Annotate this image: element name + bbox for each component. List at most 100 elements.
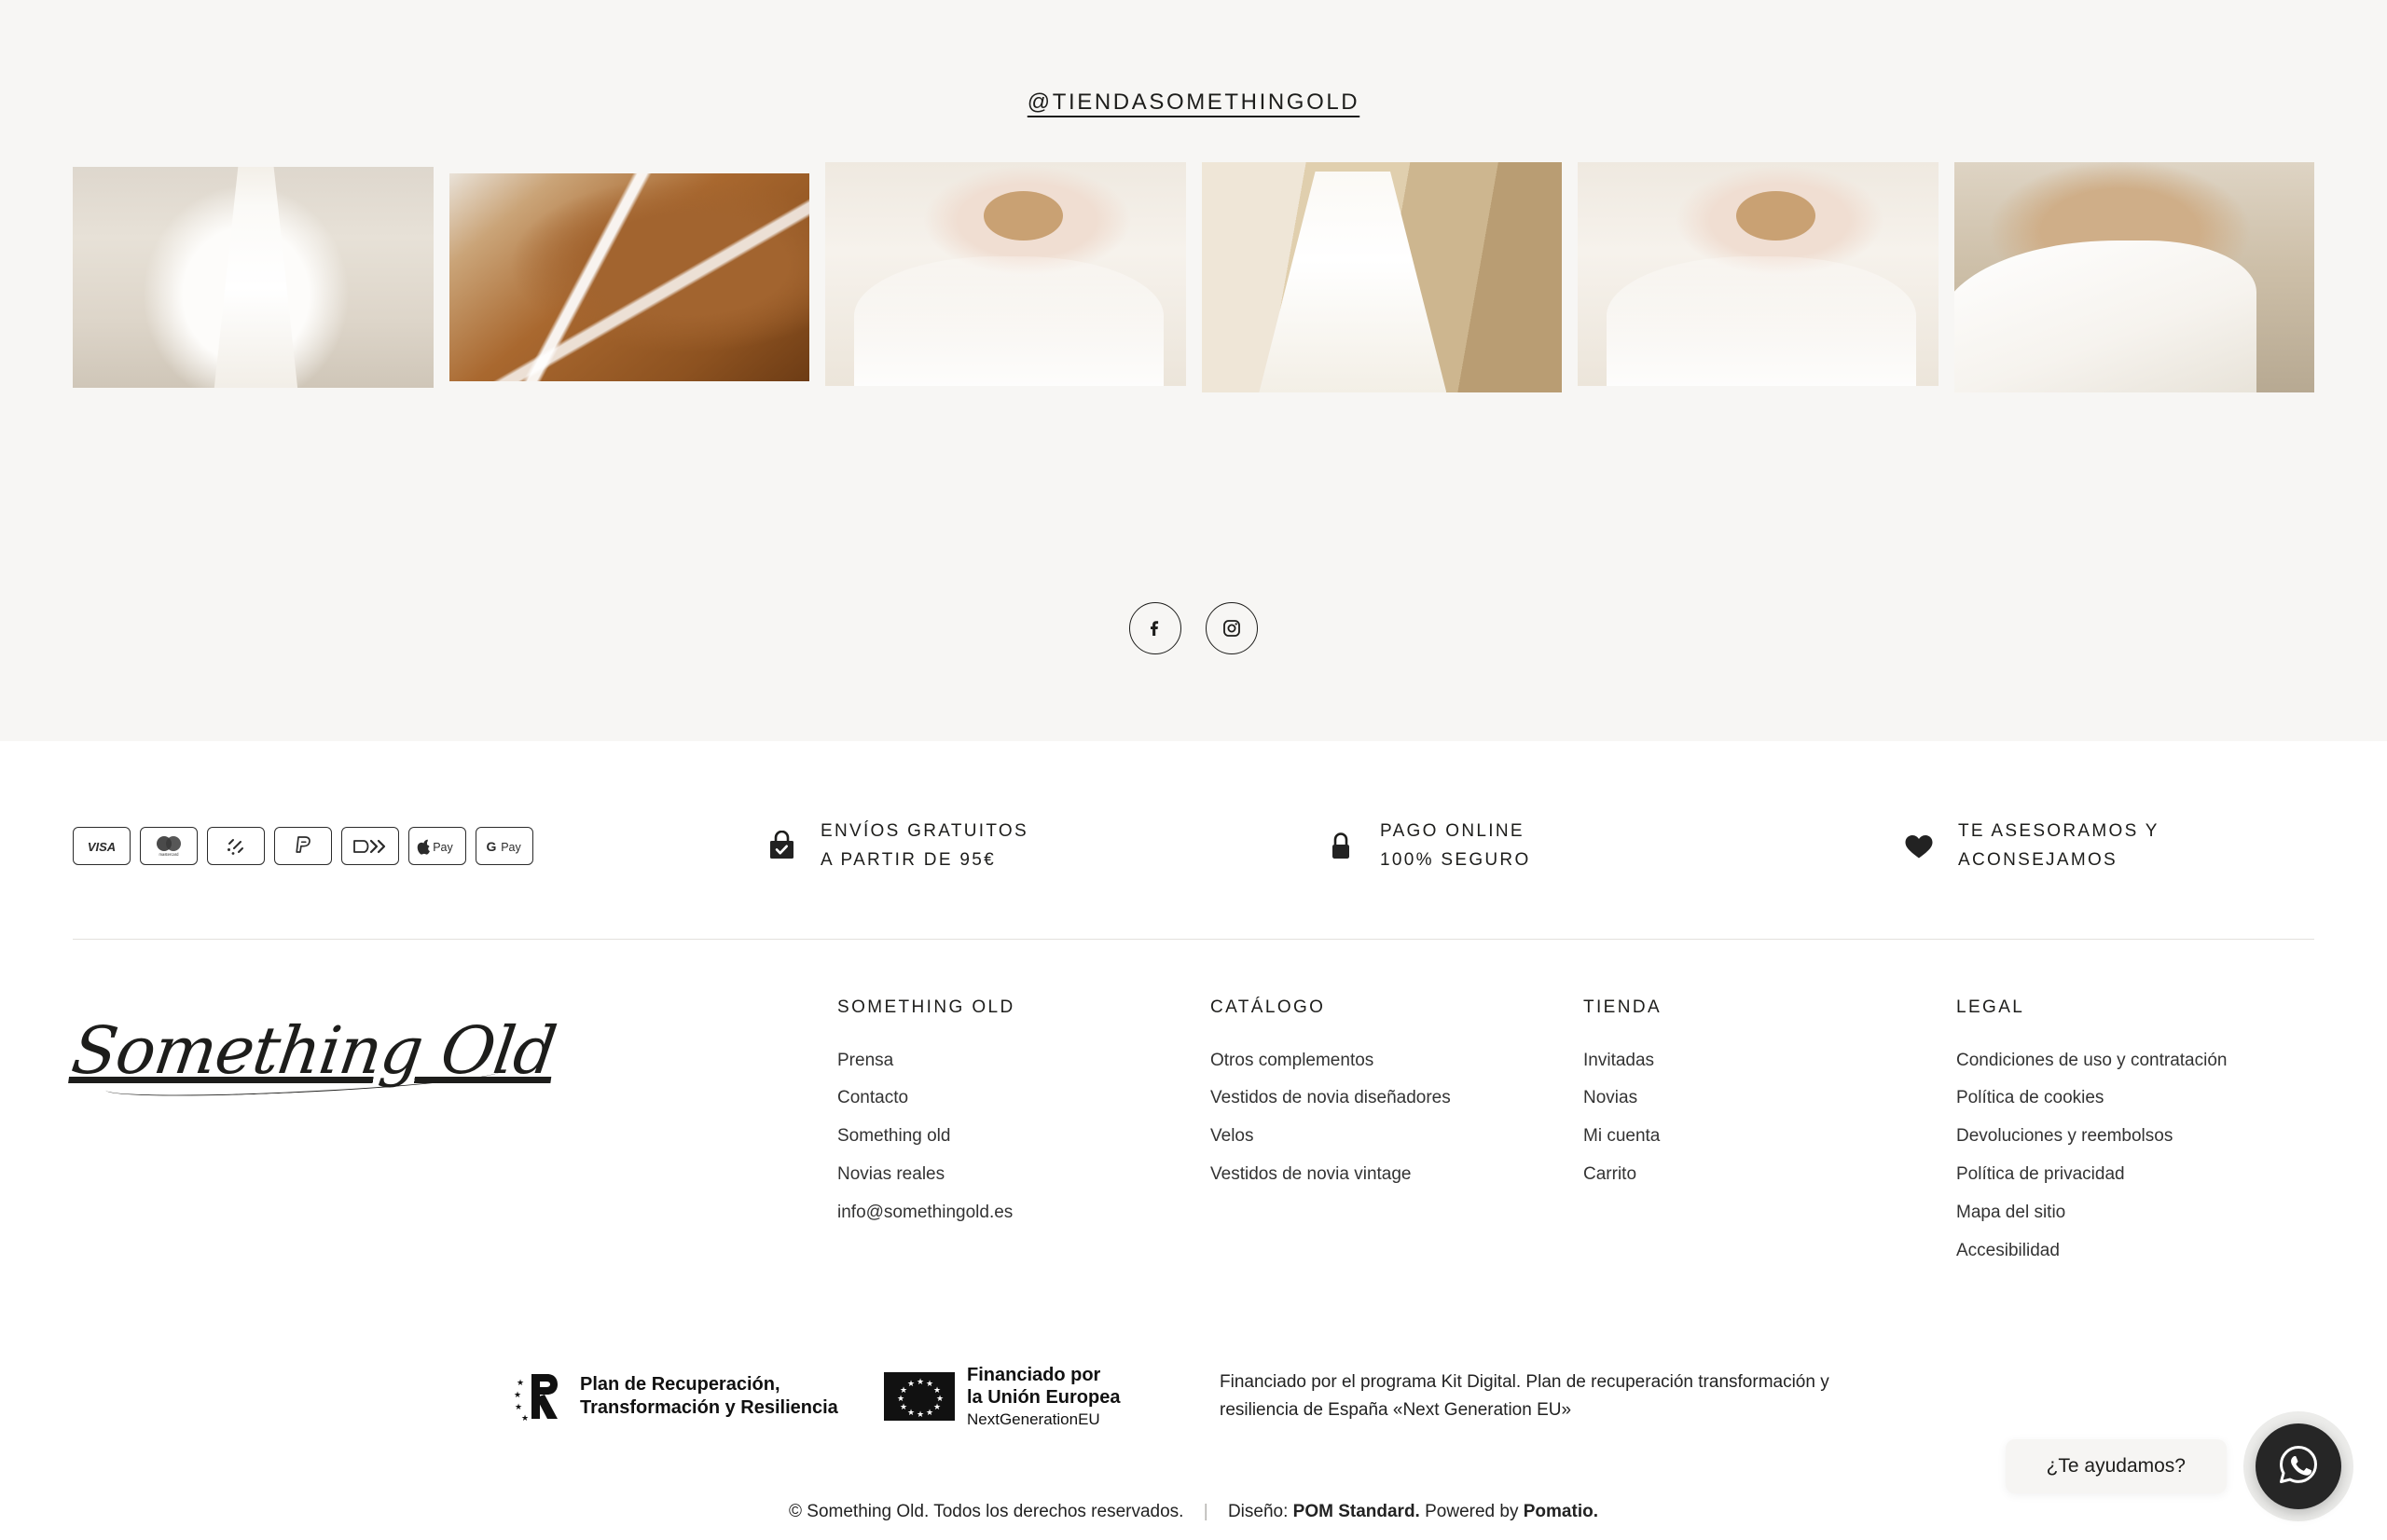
- footer-link-carrito[interactable]: Carrito: [1583, 1156, 1932, 1194]
- badge-line2: A PARTIR DE 95€: [821, 849, 996, 870]
- footer-link-cookies[interactable]: Política de cookies: [1956, 1079, 2290, 1118]
- badge-free-shipping-text: ENVÍOS GRATUITOS A PARTIR DE 95€: [821, 818, 1028, 875]
- badge-line2: ACONSEJAMOS: [1958, 849, 2118, 870]
- eu-flag-line2: la Unión Europea: [967, 1386, 1121, 1408]
- facebook-icon: [1144, 617, 1166, 639]
- eu-funding-note: Financiado por el programa Kit Digital. …: [1220, 1372, 1829, 1420]
- prtr-logo: ★ ★ ★ ★ Plan de Recuperación, Transforma…: [511, 1368, 884, 1424]
- gallery-photo-necklace-detail: [448, 173, 809, 381]
- prtr-text: Plan de Recuperación, Transformación y R…: [580, 1373, 838, 1419]
- badge-line1: TE ASESORAMOS Y: [1958, 821, 2159, 841]
- gallery-item[interactable]: [448, 173, 809, 381]
- badge-secure-payment: PAGO ONLINE 100% SEGURO: [1322, 818, 1900, 875]
- payment-google-pay[interactable]: G Pay: [476, 827, 533, 866]
- gallery-photo-veil-bride-2: [1578, 162, 1939, 386]
- svg-text:mastercard: mastercard: [159, 852, 180, 857]
- instagram-handle-wrap: @TIENDASOMETHINGOLD: [0, 89, 2387, 116]
- badge-line1: PAGO ONLINE: [1380, 821, 1525, 841]
- whatsapp-tooltip[interactable]: ¿Te ayudamos?: [2005, 1439, 2227, 1493]
- svg-text:Pay: Pay: [433, 841, 453, 854]
- instagram-feed-section: @TIENDASOMETHINGOLD: [0, 0, 2387, 741]
- footer-link-columns: Something Old SOMETHING OLD Prensa Conta…: [67, 940, 2314, 1271]
- copyright-bar: © Something Old. Todos los derechos rese…: [73, 1502, 2314, 1540]
- instagram-handle-link[interactable]: @TIENDASOMETHINGOLD: [1028, 89, 1359, 116]
- whatsapp-button[interactable]: [2256, 1423, 2341, 1509]
- trust-badges-row: VISA mastercard Pay G Pay ENVÍOS GRATUIT…: [73, 741, 2314, 940]
- svg-text:G: G: [487, 839, 497, 854]
- powered-credit-link[interactable]: Pomatio.: [1524, 1502, 1598, 1521]
- prtr-line1: Plan de Recuperación,: [580, 1374, 780, 1396]
- whatsapp-icon: [2275, 1441, 2322, 1492]
- column-heading: TIENDA: [1583, 997, 1663, 1017]
- footer-link-devoluciones[interactable]: Devoluciones y reembolsos: [1956, 1118, 2290, 1156]
- heart-icon: [1900, 832, 1938, 860]
- payment-bizum[interactable]: [207, 827, 265, 866]
- gallery-item[interactable]: [1953, 162, 2314, 392]
- footer-link-vestidos-vintage[interactable]: Vestidos de novia vintage: [1210, 1156, 1559, 1194]
- copyright-text: © Something Old. Todos los derechos rese…: [789, 1501, 1184, 1521]
- payment-visa[interactable]: VISA: [73, 827, 131, 866]
- eu-flag-icon: ★ ★ ★ ★ ★ ★ ★ ★ ★ ★ ★ ★: [884, 1371, 955, 1421]
- footer-link-vestidos-disenadores[interactable]: Vestidos de novia diseñadores: [1210, 1079, 1559, 1118]
- payment-sequra[interactable]: [341, 827, 399, 866]
- badge-advice-text: TE ASESORAMOS Y ACONSEJAMOS: [1958, 818, 2159, 875]
- instagram-icon: [1221, 617, 1243, 639]
- instagram-link[interactable]: [1206, 602, 1258, 654]
- gallery-item[interactable]: [1578, 162, 1939, 386]
- gallery-item[interactable]: [825, 162, 1186, 386]
- eu-flag-line3: NextGenerationEU: [967, 1409, 1100, 1428]
- design-label: Diseño:: [1227, 1501, 1289, 1521]
- whatsapp-widget: ¿Te ayudamos?: [2005, 1411, 2353, 1521]
- padlock-icon: [1322, 831, 1359, 862]
- svg-text:★: ★: [521, 1413, 529, 1423]
- eu-flag-text: Financiado por la Unión Europea NextGene…: [967, 1364, 1120, 1429]
- svg-text:★: ★: [517, 1378, 524, 1387]
- footer-link-email[interactable]: info@somethingold.es: [837, 1194, 1186, 1232]
- footer-column-something-old: SOMETHING OLD Prensa Contacto Something …: [837, 997, 1210, 1271]
- footer-column-legal: LEGAL Condiciones de uso y contratación …: [1956, 997, 2314, 1271]
- page-root: @TIENDASOMETHINGOLD VISA mastercard Pay …: [0, 0, 2387, 1540]
- gallery-photo-lace-bride: [1953, 162, 2314, 392]
- badge-free-shipping: ENVÍOS GRATUITOS A PARTIR DE 95€: [763, 818, 1322, 875]
- gallery-photo-stone-wall-bride: [1201, 162, 1562, 392]
- social-links: [0, 602, 2387, 654]
- footer-link-velos[interactable]: Velos: [1210, 1118, 1559, 1156]
- powered-label: Powered by: [1425, 1501, 1519, 1521]
- footer-link-otros-complementos[interactable]: Otros complementos: [1210, 1042, 1559, 1080]
- whatsapp-halo: [2243, 1411, 2353, 1521]
- footer-column-tienda: TIENDA Invitadas Novias Mi cuenta Carrit…: [1583, 997, 1956, 1271]
- footer-link-something-old[interactable]: Something old: [837, 1118, 1186, 1156]
- eu-flag-logo: ★ ★ ★ ★ ★ ★ ★ ★ ★ ★ ★ ★ Financiado por l…: [884, 1364, 1220, 1429]
- svg-text:★: ★: [515, 1402, 522, 1411]
- payment-mastercard[interactable]: mastercard: [140, 827, 198, 866]
- gallery-item[interactable]: [73, 167, 434, 388]
- footer-column-catalogo: CATÁLOGO Otros complementos Vestidos de …: [1210, 997, 1583, 1271]
- footer-link-novias-reales[interactable]: Novias reales: [837, 1156, 1186, 1194]
- footer-link-novias[interactable]: Novias: [1583, 1079, 1932, 1118]
- footer-link-mi-cuenta[interactable]: Mi cuenta: [1583, 1118, 1932, 1156]
- instagram-gallery: [0, 162, 2387, 535]
- payment-paypal[interactable]: [274, 827, 332, 866]
- footer-link-accesibilidad[interactable]: Accesibilidad: [1956, 1232, 2290, 1271]
- gallery-item[interactable]: [1201, 162, 1562, 392]
- payment-apple-pay[interactable]: Pay: [408, 827, 466, 866]
- shopping-bag-check-icon: [763, 830, 800, 862]
- footer-link-prensa[interactable]: Prensa: [837, 1042, 1186, 1080]
- brand-logo[interactable]: Something Old: [67, 1012, 560, 1089]
- payment-methods: VISA mastercard Pay G Pay: [73, 827, 763, 866]
- design-credit-link[interactable]: POM Standard.: [1293, 1502, 1420, 1521]
- copyright-separator: |: [1203, 1501, 1208, 1521]
- prtr-line2: Transformación y Resiliencia: [580, 1396, 838, 1418]
- footer-logo-column: Something Old: [67, 997, 837, 1271]
- gallery-photo-veil-bride: [825, 162, 1186, 386]
- footer-link-invitadas[interactable]: Invitadas: [1583, 1042, 1932, 1080]
- footer-link-condiciones[interactable]: Condiciones de uso y contratación: [1956, 1042, 2290, 1080]
- gallery-photo-wall-bride: [73, 167, 434, 388]
- badge-secure-payment-text: PAGO ONLINE 100% SEGURO: [1380, 818, 1531, 875]
- footer-link-mapa-sitio[interactable]: Mapa del sitio: [1956, 1194, 2290, 1232]
- svg-text:Pay: Pay: [501, 841, 521, 854]
- facebook-link[interactable]: [1129, 602, 1181, 654]
- footer-link-contacto[interactable]: Contacto: [837, 1079, 1186, 1118]
- svg-text:VISA: VISA: [88, 840, 116, 854]
- footer-link-privacidad[interactable]: Política de privacidad: [1956, 1156, 2290, 1194]
